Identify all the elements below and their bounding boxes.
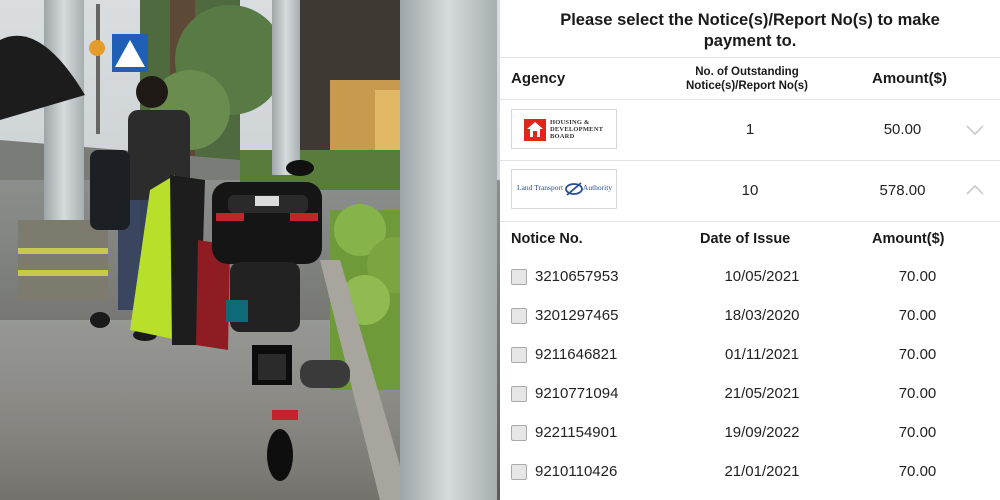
divider xyxy=(500,57,1000,58)
notice-amount: 70.00 xyxy=(898,307,937,324)
notice-date: 19/09/2022 xyxy=(724,424,800,441)
motorcycle-parked-on-wet-pavement-photo xyxy=(0,0,500,500)
notice-checkbox[interactable] xyxy=(511,425,527,441)
notice-number: 3210657953 xyxy=(535,268,619,285)
notice-amount-column-header: Amount($) xyxy=(872,231,945,247)
notice-number: 9210110426 xyxy=(535,463,618,480)
lta-swirl-icon xyxy=(565,182,583,196)
notice-amount: 70.00 xyxy=(898,424,937,441)
notice-checkbox[interactable] xyxy=(511,308,527,324)
hdb-logo: HOUSING & DEVELOPMENT BOARD xyxy=(511,109,617,149)
chevron-up-icon[interactable] xyxy=(964,183,986,197)
lta-amount: 578.00 xyxy=(879,182,926,199)
hdb-logo-text: HOUSING & DEVELOPMENT BOARD xyxy=(550,119,604,140)
notice-date: 10/05/2021 xyxy=(724,268,800,285)
lta-outstanding-count: 10 xyxy=(741,182,759,199)
hdb-outstanding-count: 1 xyxy=(745,121,755,138)
street-photo xyxy=(0,0,500,500)
notice-row[interactable]: 9221154901 19/09/2022 70.00 xyxy=(500,414,1000,453)
payment-selection-panel: Please select the Notice(s)/Report No(s)… xyxy=(500,0,1000,500)
notice-number: 9221154901 xyxy=(535,424,618,441)
notice-checkbox[interactable] xyxy=(511,464,527,480)
notice-row[interactable]: 9211646821 01/11/2021 70.00 xyxy=(500,336,1000,375)
notice-amount: 70.00 xyxy=(898,385,937,402)
notice-number: 3201297465 xyxy=(535,307,619,324)
notice-row[interactable]: 3201297465 18/03/2020 70.00 xyxy=(500,297,1000,336)
hdb-house-icon xyxy=(524,119,546,141)
notice-amount: 70.00 xyxy=(898,268,937,285)
notice-checkbox[interactable] xyxy=(511,386,527,402)
agency-column-header: Agency xyxy=(511,70,566,87)
amount-column-header: Amount($) xyxy=(872,70,947,87)
notice-row[interactable]: 9210771094 21/05/2021 70.00 xyxy=(500,375,1000,414)
hdb-amount: 50.00 xyxy=(883,121,922,138)
notice-no-column-header: Notice No. xyxy=(511,231,583,247)
notice-number: 9210771094 xyxy=(535,385,619,402)
notice-row[interactable]: 9210110426 21/01/2021 70.00 xyxy=(500,453,1000,492)
notice-date: 21/01/2021 xyxy=(724,463,800,480)
notice-number: 9211646821 xyxy=(535,346,618,363)
notice-amount: 70.00 xyxy=(898,463,937,480)
agency-row-lta[interactable]: Land Transport Authority 10 578.00 xyxy=(500,161,1000,221)
lta-logo: Land Transport Authority xyxy=(511,169,617,209)
notice-checkbox[interactable] xyxy=(511,347,527,363)
notice-date: 21/05/2021 xyxy=(724,385,800,402)
chevron-down-icon[interactable] xyxy=(964,123,986,137)
date-of-issue-column-header: Date of Issue xyxy=(700,231,791,247)
notice-row[interactable]: 3210657953 10/05/2021 70.00 xyxy=(500,258,1000,297)
notice-date: 18/03/2020 xyxy=(724,307,800,324)
notice-date: 01/11/2021 xyxy=(725,346,799,363)
divider xyxy=(500,221,1000,222)
instruction-title: Please select the Notice(s)/Report No(s)… xyxy=(560,11,940,50)
outstanding-count-column-header: No. of Outstanding Notice(s)/Report No(s… xyxy=(685,66,809,92)
agency-row-hdb[interactable]: HOUSING & DEVELOPMENT BOARD 1 50.00 xyxy=(500,100,1000,160)
notice-amount: 70.00 xyxy=(898,346,937,363)
notice-checkbox[interactable] xyxy=(511,269,527,285)
